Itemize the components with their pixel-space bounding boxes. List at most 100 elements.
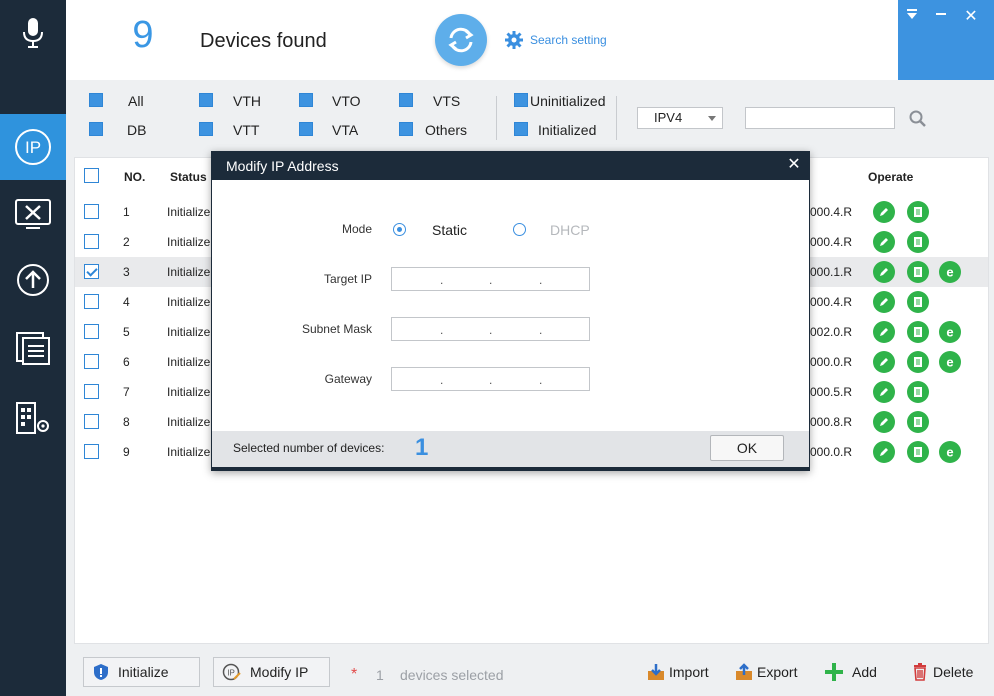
edit-icon[interactable]	[873, 291, 895, 313]
edit-icon[interactable]	[873, 321, 895, 343]
row-version: 000.4.R	[810, 295, 853, 309]
select-all-checkbox[interactable]	[84, 168, 99, 183]
modify-ip-label: Modify IP	[250, 664, 309, 680]
ok-button[interactable]: OK	[710, 435, 784, 461]
filter-uninitialized-checkbox[interactable]	[514, 93, 528, 107]
static-radio[interactable]	[393, 223, 406, 236]
subnet-mask-input[interactable]: ...	[391, 317, 590, 341]
device-count: 9	[132, 14, 154, 56]
modify-ip-dialog: Modify IP Address ✕ Mode Static DHCP Tar…	[211, 151, 810, 471]
filter-initialized-label: Initialized	[538, 122, 597, 138]
row-status: Initialize	[167, 265, 211, 279]
target-ip-input[interactable]: ...	[391, 267, 590, 291]
details-icon[interactable]	[907, 381, 929, 403]
row-checkbox[interactable]	[84, 414, 99, 429]
menu-dropdown-icon[interactable]	[901, 6, 923, 28]
initialize-label: Initialize	[118, 664, 169, 680]
column-header-status: Status	[170, 170, 207, 184]
filter-vta-checkbox[interactable]	[299, 122, 313, 136]
search-button[interactable]	[908, 109, 928, 129]
search-input[interactable]	[745, 107, 895, 129]
row-number: 5	[123, 325, 130, 339]
edit-icon[interactable]	[873, 231, 895, 253]
edit-icon[interactable]	[873, 441, 895, 463]
edit-icon[interactable]	[873, 351, 895, 373]
filter-all-checkbox[interactable]	[89, 93, 103, 107]
dhcp-radio[interactable]	[513, 223, 526, 236]
mode-label: Mode	[341, 222, 372, 236]
static-label: Static	[432, 222, 468, 238]
sidebar-item-intercom[interactable]	[0, 0, 66, 66]
details-icon[interactable]	[907, 261, 929, 283]
filter-vts-checkbox[interactable]	[399, 93, 413, 107]
import-button[interactable]: Import	[647, 660, 709, 684]
row-checkbox[interactable]	[84, 384, 99, 399]
row-checkbox[interactable]	[84, 234, 99, 249]
filter-vto-checkbox[interactable]	[299, 93, 313, 107]
sidebar-item-ip[interactable]: IP	[0, 114, 66, 180]
export-icon	[736, 663, 752, 680]
svg-text:IP: IP	[25, 138, 41, 157]
refresh-button[interactable]	[435, 14, 487, 66]
gateway-input[interactable]: ...	[391, 367, 590, 391]
add-button[interactable]: Add	[824, 660, 877, 684]
minimize-icon[interactable]	[930, 6, 952, 28]
filter-divider	[496, 96, 497, 140]
edit-icon[interactable]	[873, 261, 895, 283]
row-number: 2	[123, 235, 130, 249]
web-browser-icon[interactable]: e	[939, 321, 961, 343]
details-icon[interactable]	[907, 231, 929, 253]
svg-text:e: e	[946, 355, 953, 369]
sidebar-item-upgrade[interactable]	[0, 247, 66, 313]
filter-others-label: Others	[425, 122, 468, 138]
row-checkbox[interactable]	[84, 264, 99, 279]
details-icon[interactable]	[907, 321, 929, 343]
modify-ip-icon: IP	[222, 663, 241, 681]
row-checkbox[interactable]	[84, 444, 99, 459]
column-header-operate: Operate	[868, 170, 914, 184]
details-icon[interactable]	[907, 291, 929, 313]
row-checkbox[interactable]	[84, 294, 99, 309]
filter-vtt-label: VTT	[233, 122, 260, 138]
search-icon	[909, 110, 926, 127]
web-browser-icon[interactable]: e	[939, 441, 961, 463]
details-icon[interactable]	[907, 201, 929, 223]
delete-button[interactable]: Delete	[911, 660, 973, 684]
filter-divider	[616, 96, 617, 140]
filter-vth-checkbox[interactable]	[199, 93, 213, 107]
edit-icon[interactable]	[873, 411, 895, 433]
row-status: Initialize	[167, 295, 211, 309]
row-version: 000.5.R	[810, 385, 853, 399]
search-setting-link[interactable]: Search setting	[504, 30, 607, 50]
web-browser-icon[interactable]: e	[939, 351, 961, 373]
filter-initialized-checkbox[interactable]	[514, 122, 528, 136]
column-header-no: NO.	[124, 170, 146, 184]
row-checkbox[interactable]	[84, 204, 99, 219]
details-icon[interactable]	[907, 411, 929, 433]
ip-version-select[interactable]: IPV4	[637, 107, 723, 129]
web-browser-icon[interactable]: e	[939, 261, 961, 283]
dialog-footer: Selected number of devices: 1 OK	[212, 431, 809, 470]
microphone-icon	[23, 18, 43, 48]
filter-vtt-checkbox[interactable]	[199, 122, 213, 136]
row-checkbox[interactable]	[84, 354, 99, 369]
sidebar-item-config[interactable]	[0, 181, 66, 247]
row-number: 1	[123, 205, 130, 219]
tools-icon	[15, 199, 51, 229]
dialog-close-icon[interactable]: ✕	[785, 156, 803, 174]
details-icon[interactable]	[907, 351, 929, 373]
sidebar-item-documents[interactable]	[0, 314, 66, 380]
row-checkbox[interactable]	[84, 324, 99, 339]
edit-icon[interactable]	[873, 201, 895, 223]
svg-text:e: e	[946, 445, 953, 459]
edit-icon[interactable]	[873, 381, 895, 403]
close-window-icon[interactable]: ✕	[960, 6, 982, 28]
filter-others-checkbox[interactable]	[399, 122, 413, 136]
export-button[interactable]: Export	[735, 660, 797, 684]
modify-ip-button[interactable]: IP Modify IP	[213, 657, 330, 687]
row-number: 3	[123, 265, 130, 279]
sidebar-item-building[interactable]	[0, 385, 66, 451]
details-icon[interactable]	[907, 441, 929, 463]
filter-db-checkbox[interactable]	[89, 122, 103, 136]
initialize-button[interactable]: Initialize	[83, 657, 200, 687]
